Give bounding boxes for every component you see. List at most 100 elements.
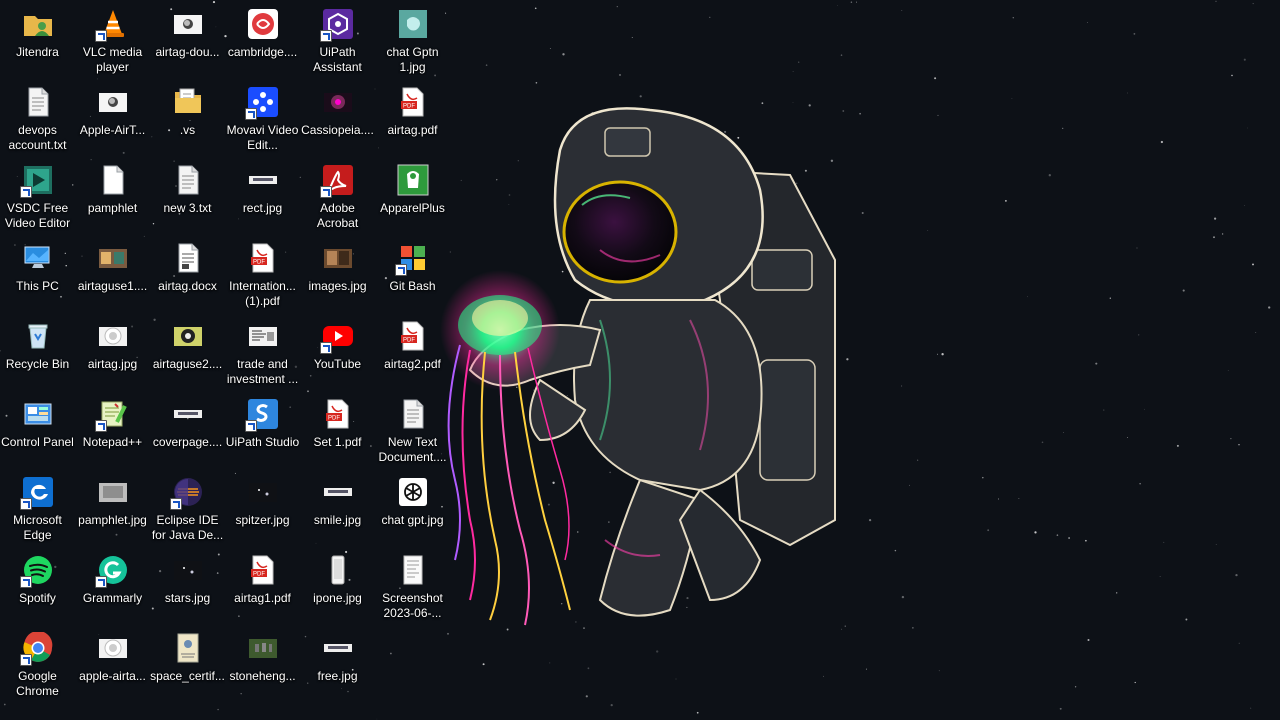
desktop-icon-apparelplus[interactable]: ApparelPlus: [375, 162, 450, 238]
star: [549, 662, 551, 664]
git-bash-icon: [394, 242, 429, 276]
desktop-icon-label: chat gpt.jpg: [381, 513, 444, 527]
desktop-icon-movavi-video-editor[interactable]: Movavi Video Edit...: [225, 84, 300, 160]
desktop-icon-label: Control Panel: [1, 435, 74, 449]
desktop-icon-label: Apple-AirT...: [79, 123, 146, 137]
star: [1027, 296, 1028, 298]
desktop-icon-stonehenge-image[interactable]: stoneheng...: [225, 630, 300, 706]
star: [936, 353, 939, 355]
desktop-icon-devops-account-txt[interactable]: devops account.txt: [0, 84, 75, 160]
desktop-icon-label: airtag.docx: [158, 279, 217, 293]
star: [1095, 362, 1098, 365]
image-thumbnail-icon: [97, 320, 129, 352]
desktop-icon-chat-gpt-jpg[interactable]: chat gpt.jpg: [375, 474, 450, 550]
desktop-icon-images-jpg[interactable]: images.jpg: [300, 240, 375, 316]
desktop-icon-label: Microsoft Edge: [13, 513, 62, 542]
desktop-icon-rect-jpg[interactable]: rect.jpg: [225, 162, 300, 238]
star: [619, 74, 621, 76]
desktop-icon-eclipse-ide[interactable]: Eclipse IDE for Java De...: [150, 474, 225, 550]
star: [798, 61, 800, 63]
desktop-icon-airtag-download[interactable]: airtag-dou...: [150, 6, 225, 82]
desktop-icon-new-text-document[interactable]: New Text Document....: [375, 396, 450, 472]
desktop-icon-spotify[interactable]: Spotify: [0, 552, 75, 628]
desktop-icon-grammarly[interactable]: Grammarly: [75, 552, 150, 628]
desktop-icon-vsdc-video-editor[interactable]: VSDC Free Video Editor: [0, 162, 75, 238]
desktop-icon-git-bash[interactable]: Git Bash: [375, 240, 450, 316]
desktop-icon-cassiopeia-image[interactable]: Cassiopeia....: [300, 84, 375, 160]
star: [868, 518, 872, 522]
desktop-icon-screenshot-2023[interactable]: Screenshot 2023-06-...: [375, 552, 450, 628]
desktop-icon-free-jpg[interactable]: free.jpg: [300, 630, 375, 706]
desktop-icon-chat-gptn-1-jpg[interactable]: chat Gptn 1.jpg: [375, 6, 450, 82]
desktop-icon-trade-and-investment[interactable]: trade and investment ...: [225, 318, 300, 394]
star: [1238, 642, 1240, 644]
desktop-icon-control-panel[interactable]: Control Panel: [0, 396, 75, 472]
desktop-icon-coverpage-image[interactable]: coverpage....: [150, 396, 225, 472]
star: [844, 625, 846, 627]
desktop-icon-apple-airtag-image-2[interactable]: apple-airta...: [75, 630, 150, 706]
desktop-icon-label: cambridge....: [227, 45, 298, 59]
desktop-icon-smile-jpg[interactable]: smile.jpg: [300, 474, 375, 550]
desktop-icon-new-3-txt[interactable]: new 3.txt: [150, 162, 225, 238]
desktop-icon-pamphlet-jpg[interactable]: pamphlet.jpg: [75, 474, 150, 550]
desktop-icon-airtaguse1-image[interactable]: airtaguse1....: [75, 240, 150, 316]
star: [575, 621, 577, 623]
pdf-icon: PDF: [397, 86, 429, 118]
shortcut-arrow-icon: [244, 108, 257, 120]
star: [912, 627, 914, 629]
desktop-icon-youtube[interactable]: YouTube: [300, 318, 375, 394]
desktop-icon-uipath-studio[interactable]: UiPath Studio: [225, 396, 300, 472]
desktop-icon-airtag-pdf[interactable]: PDF airtag.pdf: [375, 84, 450, 160]
desktop-icon-airtag-jpg[interactable]: airtag.jpg: [75, 318, 150, 394]
desktop-icon-notepad-plus-plus[interactable]: Notepad++: [75, 396, 150, 472]
desktop-icon-recycle-bin[interactable]: Recycle Bin: [0, 318, 75, 394]
star: [560, 602, 563, 605]
desktop-icon-microsoft-edge[interactable]: Microsoft Edge: [0, 474, 75, 550]
star: [934, 77, 937, 80]
star: [1231, 74, 1233, 77]
text-file-icon: [397, 398, 429, 430]
desktop-icon-airtag1-pdf[interactable]: PDF airtag1.pdf: [225, 552, 300, 628]
star: [696, 711, 699, 714]
desktop-icon-user-folder[interactable]: Jitendra: [0, 6, 75, 82]
image-thumbnail-icon: [397, 554, 429, 586]
image-thumbnail-icon: [397, 8, 429, 40]
desktop-icon-spitzer-jpg[interactable]: spitzer.jpg: [225, 474, 300, 550]
desktop-icon-google-chrome[interactable]: Google Chrome: [0, 630, 75, 706]
image-thumbnail-icon: [322, 476, 354, 508]
star: [1215, 544, 1217, 545]
desktop-icon-cambridge-app[interactable]: cambridge....: [225, 6, 300, 82]
desktop-icon-stars-jpg[interactable]: stars.jpg: [150, 552, 225, 628]
desktop-icon-set-1-pdf[interactable]: PDF Set 1.pdf: [300, 396, 375, 472]
star: [608, 521, 610, 523]
desktop-icon-uipath-assistant[interactable]: UiPath Assistant: [300, 6, 375, 82]
desktop-icon-vlc-media-player[interactable]: VLC media player: [75, 6, 150, 82]
star: [1247, 127, 1248, 129]
desktop-icon-international-pdf[interactable]: PDF Internation... (1).pdf: [225, 240, 300, 316]
desktop-icon-ipone-jpg[interactable]: ipone.jpg: [300, 552, 375, 628]
desktop-icon-airtag2-pdf[interactable]: PDF airtag2.pdf: [375, 318, 450, 394]
folder-icon: [172, 86, 204, 118]
desktop-icon-label: VLC media player: [82, 45, 143, 74]
desktop-icon-adobe-acrobat[interactable]: Adobe Acrobat: [300, 162, 375, 238]
desktop-icon-apple-airtag-image[interactable]: Apple-AirT...: [75, 84, 150, 160]
desktop-icon-vs-folder[interactable]: .vs: [150, 84, 225, 160]
desktop-icon-label: Recycle Bin: [5, 357, 70, 371]
shortcut-arrow-icon: [319, 342, 332, 354]
star: [506, 628, 509, 631]
desktop-icon-label: stoneheng...: [229, 669, 296, 683]
star: [808, 104, 811, 107]
computer-icon: [22, 242, 54, 274]
desktop-icon-airtag-docx[interactable]: airtag.docx: [150, 240, 225, 316]
star: [631, 36, 633, 39]
star: [616, 6, 618, 8]
desktop-icon-area: Jitendra devops account.txt VSDC Free Vide…: [0, 0, 460, 720]
shortcut-arrow-icon: [319, 186, 332, 198]
star: [917, 459, 919, 461]
desktop-icon-airtaguse2-image[interactable]: airtaguse2....: [150, 318, 225, 394]
desktop-icon-this-pc[interactable]: This PC: [0, 240, 75, 316]
svg-text:PDF: PDF: [403, 104, 415, 110]
desktop-icon-pamphlet[interactable]: pamphlet: [75, 162, 150, 238]
star: [998, 498, 999, 500]
desktop-icon-space-certificate-image[interactable]: space_certif...: [150, 630, 225, 706]
